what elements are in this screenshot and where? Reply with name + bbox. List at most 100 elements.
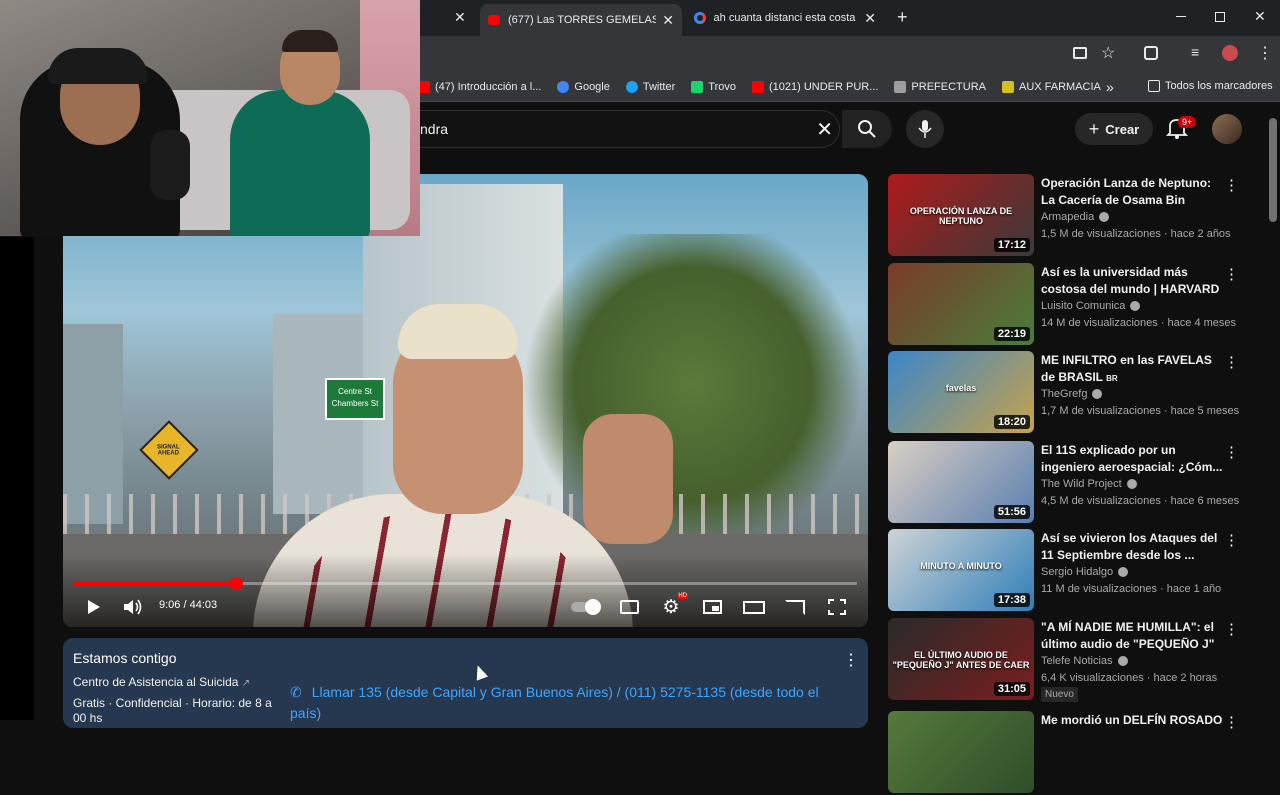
phone-icon: ✆	[290, 684, 302, 700]
bookmark-item[interactable]: Trovo	[691, 80, 736, 93]
video-duration: 51:56	[993, 505, 1030, 519]
youtube-icon	[752, 80, 764, 93]
video-thumbnail[interactable]: favelas 18:20	[888, 351, 1034, 433]
bookmark-item[interactable]: AUX FARMACIA	[1001, 80, 1101, 93]
theater-mode-button[interactable]	[742, 595, 766, 619]
video-duration: 22:19	[993, 327, 1030, 341]
theater-icon	[743, 600, 765, 614]
video-player[interactable]: Centre St Chambers St SIGNAL AHEAD 9:06 …	[63, 174, 868, 627]
bookmark-star-icon[interactable]: ☆	[1101, 43, 1115, 63]
browser-menu-icon[interactable]: ⋮	[1257, 43, 1273, 63]
play-button[interactable]	[83, 595, 105, 619]
video-title[interactable]: Así se vivieron los Ataques del 11 Septi…	[1041, 530, 1226, 564]
more-actions-icon[interactable]: ⋮	[1224, 620, 1239, 638]
webcam-person-hair	[282, 30, 338, 52]
bookmarks-overflow-icon[interactable]: »	[1106, 79, 1114, 95]
all-bookmarks[interactable]: Todos los marcadores	[1148, 80, 1273, 92]
tab-youtube[interactable]: (677) Las TORRES GEMELAS la V ✕	[480, 4, 682, 36]
channel-name[interactable]: Luisito Comunica	[1041, 300, 1141, 312]
video-title[interactable]: Me mordió un DELFÍN ROSADO	[1041, 712, 1226, 729]
video-title[interactable]: El 11S explicado por un ingeniero aeroes…	[1041, 442, 1226, 476]
channel-name[interactable]: TheGrefg	[1041, 388, 1103, 400]
tab-google[interactable]: ah cuanta distanci esta costa de ✕	[686, 5, 884, 31]
recommended-video[interactable]: favelas 18:20 ME INFILTRO en las FAVELAS d…	[888, 351, 1258, 435]
miniplayer-button[interactable]	[701, 595, 723, 619]
account-avatar[interactable]	[1212, 114, 1242, 144]
fullscreen-button[interactable]	[826, 595, 848, 619]
call-link[interactable]: ✆ Llamar 135 (desde Capital y Gran Buenos…	[290, 682, 850, 724]
info-panel-org[interactable]: Centro de Asistencia al Suicida ↗	[73, 675, 250, 689]
autoplay-toggle[interactable]	[569, 595, 601, 619]
video-duration: 17:12	[993, 238, 1030, 252]
recommended-video[interactable]: Me mordió un DELFÍN ROSADO ⋮	[888, 711, 1258, 795]
more-actions-icon[interactable]: ⋮	[1224, 265, 1239, 283]
create-button[interactable]: + Crear	[1075, 113, 1153, 145]
tab-close-icon[interactable]: ✕	[858, 10, 876, 27]
recommended-video[interactable]: EL ÚLTIMO AUDIO DE "PEQUEÑO J" ANTES DE …	[888, 618, 1258, 702]
volume-button[interactable]	[121, 595, 145, 619]
external-link-icon: ↗	[241, 678, 251, 689]
more-actions-icon[interactable]: ⋮	[1224, 353, 1239, 371]
subtitles-icon	[619, 600, 639, 614]
autoplay-toggle-track	[571, 599, 601, 615]
recommended-video[interactable]: OPERACIÓN LANZA DE NEPTUNO 17:12 Operación…	[888, 174, 1258, 258]
recommended-video[interactable]: 51:56 El 11S explicado por un ingeniero a…	[888, 441, 1258, 525]
cast-button[interactable]	[784, 595, 806, 619]
tab-title: ah cuanta distanci esta costa de	[713, 12, 859, 24]
video-title[interactable]: Operación Lanza de Neptuno: La Cacería d…	[1041, 175, 1226, 209]
video-title[interactable]: ME INFILTRO en las FAVELAS de BRASIL BR	[1041, 352, 1226, 386]
video-frame-person-hair	[398, 304, 518, 359]
search-icon	[858, 120, 876, 138]
tab-close-icon[interactable]: ✕	[656, 12, 674, 29]
more-actions-icon[interactable]: ⋮	[1224, 713, 1239, 731]
install-app-icon[interactable]	[1073, 47, 1087, 59]
bookmark-item[interactable]: (1021) UNDER PUR...	[752, 80, 878, 93]
bookmark-item[interactable]: Twitter	[625, 80, 675, 93]
page-scrollbar[interactable]	[1269, 118, 1277, 222]
tab-close-icon[interactable]: ✕	[454, 9, 466, 26]
info-panel-menu-icon[interactable]: ⋮	[843, 650, 859, 670]
channel-name[interactable]: Armapedia	[1041, 211, 1110, 223]
video-thumbnail[interactable]: 51:56	[888, 441, 1034, 523]
channel-name[interactable]: The Wild Project	[1041, 478, 1137, 490]
voice-search-button[interactable]	[906, 110, 944, 148]
clear-search-icon[interactable]: ✕	[816, 117, 833, 142]
recommended-video[interactable]: 22:19 Así es la universidad más costosa d…	[888, 263, 1258, 347]
video-duration: 17:38	[993, 593, 1030, 607]
cast-icon	[785, 599, 805, 615]
more-actions-icon[interactable]: ⋮	[1224, 531, 1239, 549]
video-title[interactable]: "A MÍ NADIE ME HUMILLA": el último audio…	[1041, 619, 1226, 653]
more-actions-icon[interactable]: ⋮	[1224, 176, 1239, 194]
verified-icon	[1126, 479, 1137, 489]
microphone-stand-icon	[150, 130, 190, 200]
new-tab-button[interactable]: +	[897, 7, 908, 28]
settings-button[interactable]: ⚙ HD	[659, 593, 688, 619]
video-thumbnail[interactable]: OPERACIÓN LANZA DE NEPTUNO 17:12	[888, 174, 1034, 256]
close-window-icon[interactable]: ✕	[1254, 8, 1266, 25]
video-thumbnail[interactable]: MINUTO A MINUTO 17:38	[888, 529, 1034, 611]
channel-name[interactable]: Telefe Noticias	[1041, 655, 1128, 667]
search-button[interactable]	[842, 110, 892, 148]
video-thumbnail[interactable]: EL ÚLTIMO AUDIO DE "PEQUEÑO J" ANTES DE …	[888, 618, 1034, 700]
plus-icon: +	[1088, 118, 1100, 139]
video-thumbnail[interactable]: 22:19	[888, 263, 1034, 345]
video-title[interactable]: Así es la universidad más costosa del mu…	[1041, 264, 1226, 298]
extensions-icon[interactable]	[1144, 46, 1158, 60]
recommended-video[interactable]: MINUTO A MINUTO 17:38 Así se vivieron los …	[888, 529, 1258, 613]
video-thumbnail[interactable]	[888, 711, 1034, 793]
progress-scrubber[interactable]	[230, 577, 243, 590]
profile-icon[interactable]	[1222, 45, 1238, 61]
video-duration: 18:20	[993, 415, 1030, 429]
video-meta: 4,5 M de visualizaciones · hace 6 meses	[1041, 495, 1240, 507]
bookmark-item[interactable]: PREFECTURA	[894, 80, 986, 93]
channel-name[interactable]: Sergio Hidalgo	[1041, 566, 1129, 578]
search-input[interactable]: ndra ✕	[400, 110, 840, 148]
subtitles-button[interactable]	[618, 595, 640, 619]
bookmark-item[interactable]: (47) Introducción a l...	[418, 80, 541, 93]
bookmark-item[interactable]: Google	[557, 80, 610, 93]
minimize-icon[interactable]	[1176, 16, 1186, 17]
restore-icon[interactable]	[1215, 12, 1225, 22]
more-actions-icon[interactable]: ⋮	[1224, 443, 1239, 461]
media-control-icon[interactable]: ≡	[1191, 44, 1199, 60]
folder-icon	[1148, 80, 1160, 92]
